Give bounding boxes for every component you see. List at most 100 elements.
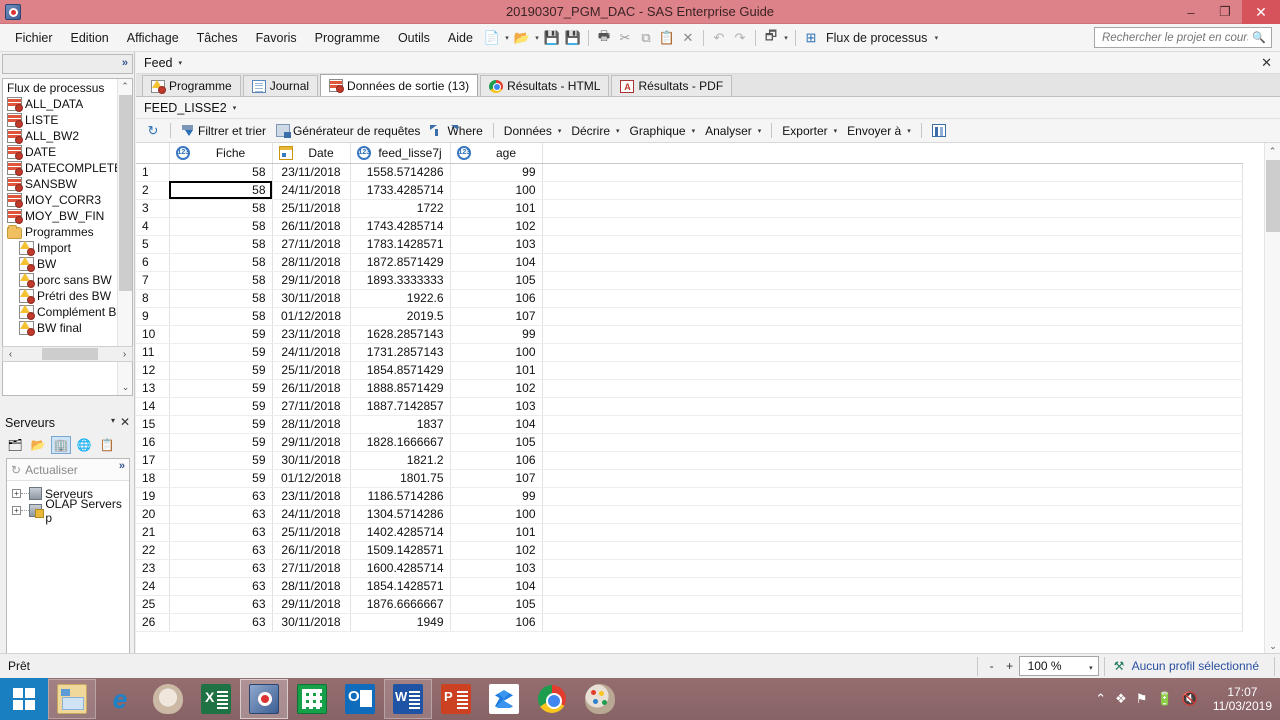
taskbar-paint[interactable] <box>576 679 624 719</box>
print-icon[interactable]: 🖶 <box>594 27 614 49</box>
search-icon[interactable]: 🔍 <box>1250 31 1268 44</box>
cell-age[interactable]: 99 <box>450 487 543 506</box>
tree-item-import[interactable]: Import <box>3 240 132 256</box>
cell-fiche[interactable]: 59 <box>169 415 273 434</box>
cell-feed_lisse7j[interactable]: 1600.4285714 <box>350 559 451 578</box>
tree-item-moy-bw-fin[interactable]: MOY_BW_FIN <box>3 208 132 224</box>
cell-age[interactable]: 99 <box>450 325 543 344</box>
query-builder-button[interactable]: Générateur de requêtes <box>272 121 424 141</box>
scroll-down-icon[interactable]: ⌄ <box>1265 638 1280 654</box>
cell-age[interactable]: 107 <box>450 307 543 326</box>
table-row[interactable]: 1 58 23/11/2018 1558.5714286 99 <box>136 163 1243 182</box>
process-flow-caret-icon[interactable]: ▾ <box>932 27 940 49</box>
table-row[interactable]: 23 63 27/11/2018 1600.4285714 103 <box>136 559 1243 578</box>
cell-date[interactable]: 01/12/2018 <box>272 469 351 488</box>
cell-date[interactable]: 01/12/2018 <box>272 307 351 326</box>
cell-fiche[interactable]: 63 <box>169 523 273 542</box>
row-number-cell[interactable]: 16 <box>136 433 170 452</box>
cell-feed_lisse7j[interactable]: 1304.5714286 <box>350 505 451 524</box>
expand-icon[interactable]: + <box>12 489 21 498</box>
cut-icon[interactable]: ✂ <box>615 27 635 49</box>
server-icon[interactable]: 🏢 <box>51 436 71 454</box>
tab-journal[interactable]: Journal <box>242 75 319 96</box>
scroll-up-icon[interactable]: ⌃ <box>118 79 132 94</box>
cell-age[interactable]: 102 <box>450 217 543 236</box>
new-data-icon[interactable]: 🗂 <box>5 436 25 454</box>
expand-icon[interactable]: + <box>12 506 21 515</box>
table-row[interactable]: 15 59 28/11/2018 1837 104 <box>136 415 1243 434</box>
cell-feed_lisse7j[interactable]: 1509.1428571 <box>350 541 451 560</box>
zoom-out-button[interactable]: - <box>983 659 1001 673</box>
cell-feed_lisse7j[interactable]: 1722 <box>350 199 451 218</box>
redo-icon[interactable]: ↷ <box>730 27 750 49</box>
open-folder-caret-icon[interactable]: ▾ <box>533 27 541 49</box>
menu-aide[interactable]: Aide <box>439 27 482 49</box>
row-number-cell[interactable]: 23 <box>136 559 170 578</box>
cell-fiche[interactable]: 63 <box>169 595 273 614</box>
cell-date[interactable]: 27/11/2018 <box>272 397 351 416</box>
tree-item-all-data[interactable]: ALL_DATA <box>3 96 132 112</box>
save-all-icon[interactable]: 💾 <box>563 27 583 49</box>
cell-fiche[interactable]: 59 <box>169 361 273 380</box>
table-row[interactable]: 3 58 25/11/2018 1722 101 <box>136 199 1243 218</box>
table-row[interactable]: 19 63 23/11/2018 1186.5714286 99 <box>136 487 1243 506</box>
undo-icon[interactable]: ↶ <box>709 27 729 49</box>
process-flow-label[interactable]: Flux de processus <box>822 31 931 45</box>
table-row[interactable]: 13 59 26/11/2018 1888.8571429 102 <box>136 379 1243 398</box>
taskbar-chrome[interactable] <box>528 679 576 719</box>
table-row[interactable]: 6 58 28/11/2018 1872.8571429 104 <box>136 253 1243 272</box>
close-button[interactable]: ✕ <box>1242 0 1280 24</box>
cell-age[interactable]: 100 <box>450 181 543 200</box>
taskbar-outlook[interactable] <box>336 679 384 719</box>
cell-fiche[interactable]: 58 <box>169 199 273 218</box>
dataset-name[interactable]: FEED_LISSE2 <box>144 101 227 115</box>
cell-age[interactable]: 103 <box>450 235 543 254</box>
show-hidden-icons[interactable]: ⌃ <box>1095 691 1106 707</box>
tree-item-all-bw2[interactable]: ALL_BW2 <box>3 128 132 144</box>
graphique-menu[interactable]: Graphique ▾ <box>626 121 700 141</box>
new-document-caret-icon[interactable]: ▾ <box>503 27 511 49</box>
row-number-cell[interactable]: 12 <box>136 361 170 380</box>
table-row[interactable]: 2 58 24/11/2018 1733.4285714 100 <box>136 181 1243 200</box>
tree-item-date[interactable]: DATE <box>3 144 132 160</box>
minimize-button[interactable]: – <box>1174 0 1208 24</box>
hscroll-thumb[interactable] <box>42 348 98 360</box>
cell-fiche[interactable]: 63 <box>169 505 273 524</box>
cell-fiche[interactable]: 58 <box>169 253 273 272</box>
row-number-cell[interactable]: 5 <box>136 235 170 254</box>
cell-feed_lisse7j[interactable]: 1731.2857143 <box>350 343 451 362</box>
cell-date[interactable]: 23/11/2018 <box>272 163 351 182</box>
paste-icon[interactable]: 📋 <box>657 27 677 49</box>
cell-date[interactable]: 24/11/2018 <box>272 181 351 200</box>
cell-age[interactable]: 101 <box>450 523 543 542</box>
flag-icon[interactable]: ⚑ <box>1136 691 1148 707</box>
cell-date[interactable]: 26/11/2018 <box>272 541 351 560</box>
scroll-down-icon[interactable]: ⌄ <box>118 380 132 395</box>
row-number-cell[interactable]: 26 <box>136 613 170 632</box>
table-row[interactable]: 24 63 28/11/2018 1854.1428571 104 <box>136 577 1243 596</box>
tree-item-liste[interactable]: LISTE <box>3 112 132 128</box>
cell-feed_lisse7j[interactable]: 1872.8571429 <box>350 253 451 272</box>
cell-feed_lisse7j[interactable]: 1887.7142857 <box>350 397 451 416</box>
row-number-cell[interactable]: 2 <box>136 181 170 200</box>
table-row[interactable]: 5 58 27/11/2018 1783.1428571 103 <box>136 235 1243 254</box>
table-row[interactable]: 11 59 24/11/2018 1731.2857143 100 <box>136 343 1243 362</box>
chevron-down-icon[interactable]: ▾ <box>111 416 115 425</box>
cell-date[interactable]: 24/11/2018 <box>272 343 351 362</box>
scroll-left-icon[interactable]: ‹ <box>3 349 18 360</box>
cell-age[interactable]: 104 <box>450 253 543 272</box>
scroll-up-icon[interactable]: ⌃ <box>1265 143 1280 159</box>
table-row[interactable]: 21 63 25/11/2018 1402.4285714 101 <box>136 523 1243 542</box>
cell-age[interactable]: 106 <box>450 613 543 632</box>
table-row[interactable]: 17 59 30/11/2018 1821.2 106 <box>136 451 1243 470</box>
cell-age[interactable]: 101 <box>450 199 543 218</box>
refresh-icon[interactable]: ↻ <box>11 463 21 477</box>
cell-feed_lisse7j[interactable]: 1186.5714286 <box>350 487 451 506</box>
cell-fiche[interactable]: 59 <box>169 469 273 488</box>
tree-item-bw-final[interactable]: BW final <box>3 320 132 336</box>
list-icon[interactable]: 📋 <box>97 436 117 454</box>
row-number-cell[interactable]: 13 <box>136 379 170 398</box>
dropbox-tray-icon[interactable]: ❖ <box>1115 691 1127 707</box>
save-icon[interactable]: 💾 <box>542 27 562 49</box>
menu-favoris[interactable]: Favoris <box>247 27 306 49</box>
